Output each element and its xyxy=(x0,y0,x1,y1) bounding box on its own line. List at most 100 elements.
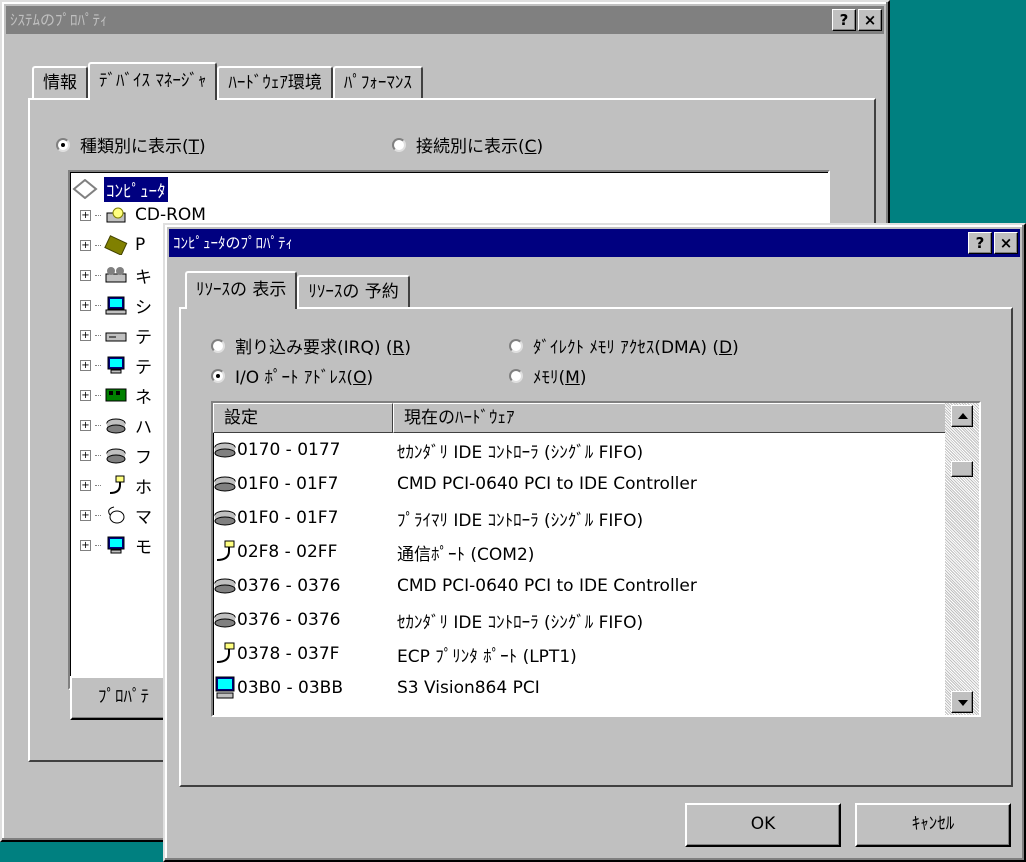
column-header-hardware[interactable]: 現在のﾊｰﾄﾞｳｪｱ xyxy=(393,403,947,433)
tab-performance[interactable]: ﾊﾟﾌｫｰﾏﾝｽ xyxy=(332,66,423,98)
ide-controller-icon xyxy=(213,506,237,530)
scroll-thumb[interactable] xyxy=(951,461,973,477)
hardware-cell: ﾌﾟﾗｲﾏﾘ IDE ｺﾝﾄﾛｰﾗ (ｼﾝｸﾞﾙ FIFO) xyxy=(397,510,644,531)
tree-item-label: シ xyxy=(135,297,152,318)
table-row[interactable]: 0378 - 037F ECP ﾌﾟﾘﾝﾀ ﾎﾟｰﾄ (LPT1) xyxy=(213,637,577,671)
close-button[interactable]: × xyxy=(994,232,1018,254)
radio-dma[interactable]: ﾀﾞｲﾚｸﾄ ﾒﾓﾘ ｱｸｾｽ(DMA) (D) xyxy=(509,333,739,358)
table-row[interactable]: 01F0 - 01F7 CMD PCI-0640 PCI to IDE Contr… xyxy=(213,467,697,501)
expand-icon[interactable]: + xyxy=(80,389,91,401)
radio-dot xyxy=(509,338,523,353)
tree-item[interactable]: + ネ xyxy=(80,382,152,408)
expand-icon[interactable]: + xyxy=(80,539,91,551)
radio-memory[interactable]: ﾒﾓﾘ(M) xyxy=(509,363,586,388)
mouse-icon xyxy=(103,505,129,525)
tree-connector xyxy=(95,394,101,396)
io-range-cell: 0376 - 0376 xyxy=(237,576,341,596)
cancel-button[interactable]: ｷｬﾝｾﾙ xyxy=(855,803,1011,847)
tree-item-label: モ xyxy=(135,537,152,558)
window-title: ｺﾝﾋﾟｭｰﾀのﾌﾟﾛﾊﾟﾃｨ xyxy=(173,234,294,252)
radio-label: 種類別に表示(T) xyxy=(80,137,206,157)
ide-controller-icon xyxy=(213,472,237,496)
help-button[interactable]: ? xyxy=(832,9,856,31)
radio-by-type[interactable]: 種類別に表示(T) xyxy=(56,132,206,157)
tab-reserve-resources[interactable]: ﾘｿｰｽの 予約 xyxy=(297,275,410,307)
radio-label: I/O ﾎﾟｰﾄ ｱﾄﾞﾚｽ(O) xyxy=(235,368,374,388)
system-properties-titlebar[interactable]: ｼｽﾃﾑのﾌﾟﾛﾊﾟﾃｨ ? × xyxy=(6,6,884,34)
tree-item[interactable]: + フ xyxy=(80,442,152,468)
cdrom-icon xyxy=(103,205,129,225)
radio-dot xyxy=(56,137,70,152)
tree-item-label: フ xyxy=(135,447,152,468)
column-header-setting[interactable]: 設定 xyxy=(213,403,393,433)
tab-hardware-profiles[interactable]: ﾊｰﾄﾞｳｪｱ環境 xyxy=(217,66,333,98)
resource-list[interactable]: 設定 現在のﾊｰﾄﾞｳｪｱ 0170 - 0177 ｾｶﾝﾀﾞﾘ IDE ｺﾝﾄﾛ… xyxy=(211,401,981,717)
tree-item[interactable]: + ハ xyxy=(80,412,152,438)
expand-icon[interactable]: + xyxy=(80,509,91,521)
tree-item-label: ホ xyxy=(135,477,152,498)
ok-button-label: OK xyxy=(750,814,776,834)
ide-controller-icon xyxy=(213,608,237,632)
radio-by-connection[interactable]: 接続別に表示(C) xyxy=(392,132,543,157)
scroll-down-button[interactable] xyxy=(951,691,973,713)
pcmcia-icon xyxy=(103,235,129,256)
tree-item[interactable]: + テ xyxy=(80,352,152,378)
tree-item[interactable]: + シ xyxy=(80,292,152,318)
expand-icon[interactable]: + xyxy=(80,449,91,461)
tree-connector xyxy=(95,274,101,276)
expand-icon[interactable]: + xyxy=(80,479,91,491)
printer-port-icon xyxy=(213,642,237,666)
tree-connector xyxy=(95,454,101,456)
tree-item[interactable]: + モ xyxy=(80,532,152,558)
expand-icon[interactable]: + xyxy=(80,419,91,431)
table-row[interactable]: 0170 - 0177 ｾｶﾝﾀﾞﾘ IDE ｺﾝﾄﾛｰﾗ (ｼﾝｸﾞﾙ FIFO… xyxy=(213,433,643,467)
expand-icon[interactable]: + xyxy=(80,299,91,311)
tree-item-label: キ xyxy=(135,267,152,288)
com-port-icon xyxy=(213,540,237,564)
radio-dot xyxy=(211,368,225,383)
scroll-up-button[interactable] xyxy=(951,405,973,427)
tab-view-resources[interactable]: ﾘｿｰｽの 表示 xyxy=(185,271,298,309)
tab-info[interactable]: 情報 xyxy=(32,66,88,98)
expand-icon[interactable]: + xyxy=(80,329,91,341)
help-button[interactable]: ? xyxy=(968,232,992,254)
tree-root[interactable]: ｺﾝﾋﾟｭｰﾀ xyxy=(72,176,168,202)
tree-item[interactable]: + P xyxy=(80,232,145,258)
table-row[interactable]: 01F0 - 01F7 ﾌﾟﾗｲﾏﾘ IDE ｺﾝﾄﾛｰﾗ (ｼﾝｸﾞﾙ FIFO… xyxy=(213,501,643,535)
expand-icon[interactable]: + xyxy=(80,269,91,281)
table-row[interactable]: 03B0 - 03BB S3 Vision864 PCI xyxy=(213,671,540,705)
disk-controller-icon xyxy=(103,415,129,435)
port-icon xyxy=(103,475,129,495)
tree-item-label: ネ xyxy=(135,387,152,408)
tree-item[interactable]: + テ xyxy=(80,322,152,348)
vertical-scrollbar[interactable] xyxy=(945,403,979,715)
hardware-cell: CMD PCI-0640 PCI to IDE Controller xyxy=(397,474,697,494)
io-range-cell: 01F0 - 01F7 xyxy=(237,474,339,494)
expand-icon[interactable]: + xyxy=(80,359,91,371)
table-row[interactable]: 02F8 - 02FF 通信ﾎﾟｰﾄ (COM2) xyxy=(213,535,534,569)
ok-button[interactable]: OK xyxy=(685,803,841,847)
tree-connector xyxy=(95,214,101,216)
tab-device-manager[interactable]: ﾃﾞﾊﾞｲｽ ﾏﾈｰｼﾞｬ xyxy=(88,62,218,100)
close-button[interactable]: × xyxy=(858,9,882,31)
radio-io-port[interactable]: I/O ﾎﾟｰﾄ ｱﾄﾞﾚｽ(O) xyxy=(211,363,373,388)
tree-item[interactable]: + ホ xyxy=(80,472,152,498)
cancel-button-label: ｷｬﾝｾﾙ xyxy=(911,814,955,834)
tree-connector xyxy=(95,544,101,546)
radio-label: ﾒﾓﾘ(M) xyxy=(533,368,587,388)
computer-properties-titlebar[interactable]: ｺﾝﾋﾟｭｰﾀのﾌﾟﾛﾊﾟﾃｨ ? × xyxy=(169,229,1020,257)
display-adapter-icon xyxy=(213,676,237,700)
resources-panel: 割り込み要求(IRQ) (R) ﾀﾞｲﾚｸﾄ ﾒﾓﾘ ｱｸｾｽ(DMA) (D)… xyxy=(179,307,1013,787)
radio-irq[interactable]: 割り込み要求(IRQ) (R) xyxy=(211,333,411,358)
tree-connector xyxy=(95,484,101,486)
radio-label: 割り込み要求(IRQ) (R) xyxy=(235,338,411,358)
tree-item[interactable]: + マ xyxy=(80,502,152,528)
table-row[interactable]: 0376 - 0376 CMD PCI-0640 PCI to IDE Contr… xyxy=(213,569,697,603)
io-range-cell: 01F0 - 01F7 xyxy=(237,508,339,528)
table-row[interactable]: 0376 - 0376 ｾｶﾝﾀﾞﾘ IDE ｺﾝﾄﾛｰﾗ (ｼﾝｸﾞﾙ FIFO… xyxy=(213,603,643,637)
expand-icon[interactable]: + xyxy=(80,209,91,221)
tree-item[interactable]: + キ xyxy=(80,262,152,288)
tree-item-label: P xyxy=(135,235,146,255)
expand-icon[interactable]: + xyxy=(80,239,91,251)
properties-button-label: ﾌﾟﾛﾊﾟﾃ xyxy=(98,687,149,707)
